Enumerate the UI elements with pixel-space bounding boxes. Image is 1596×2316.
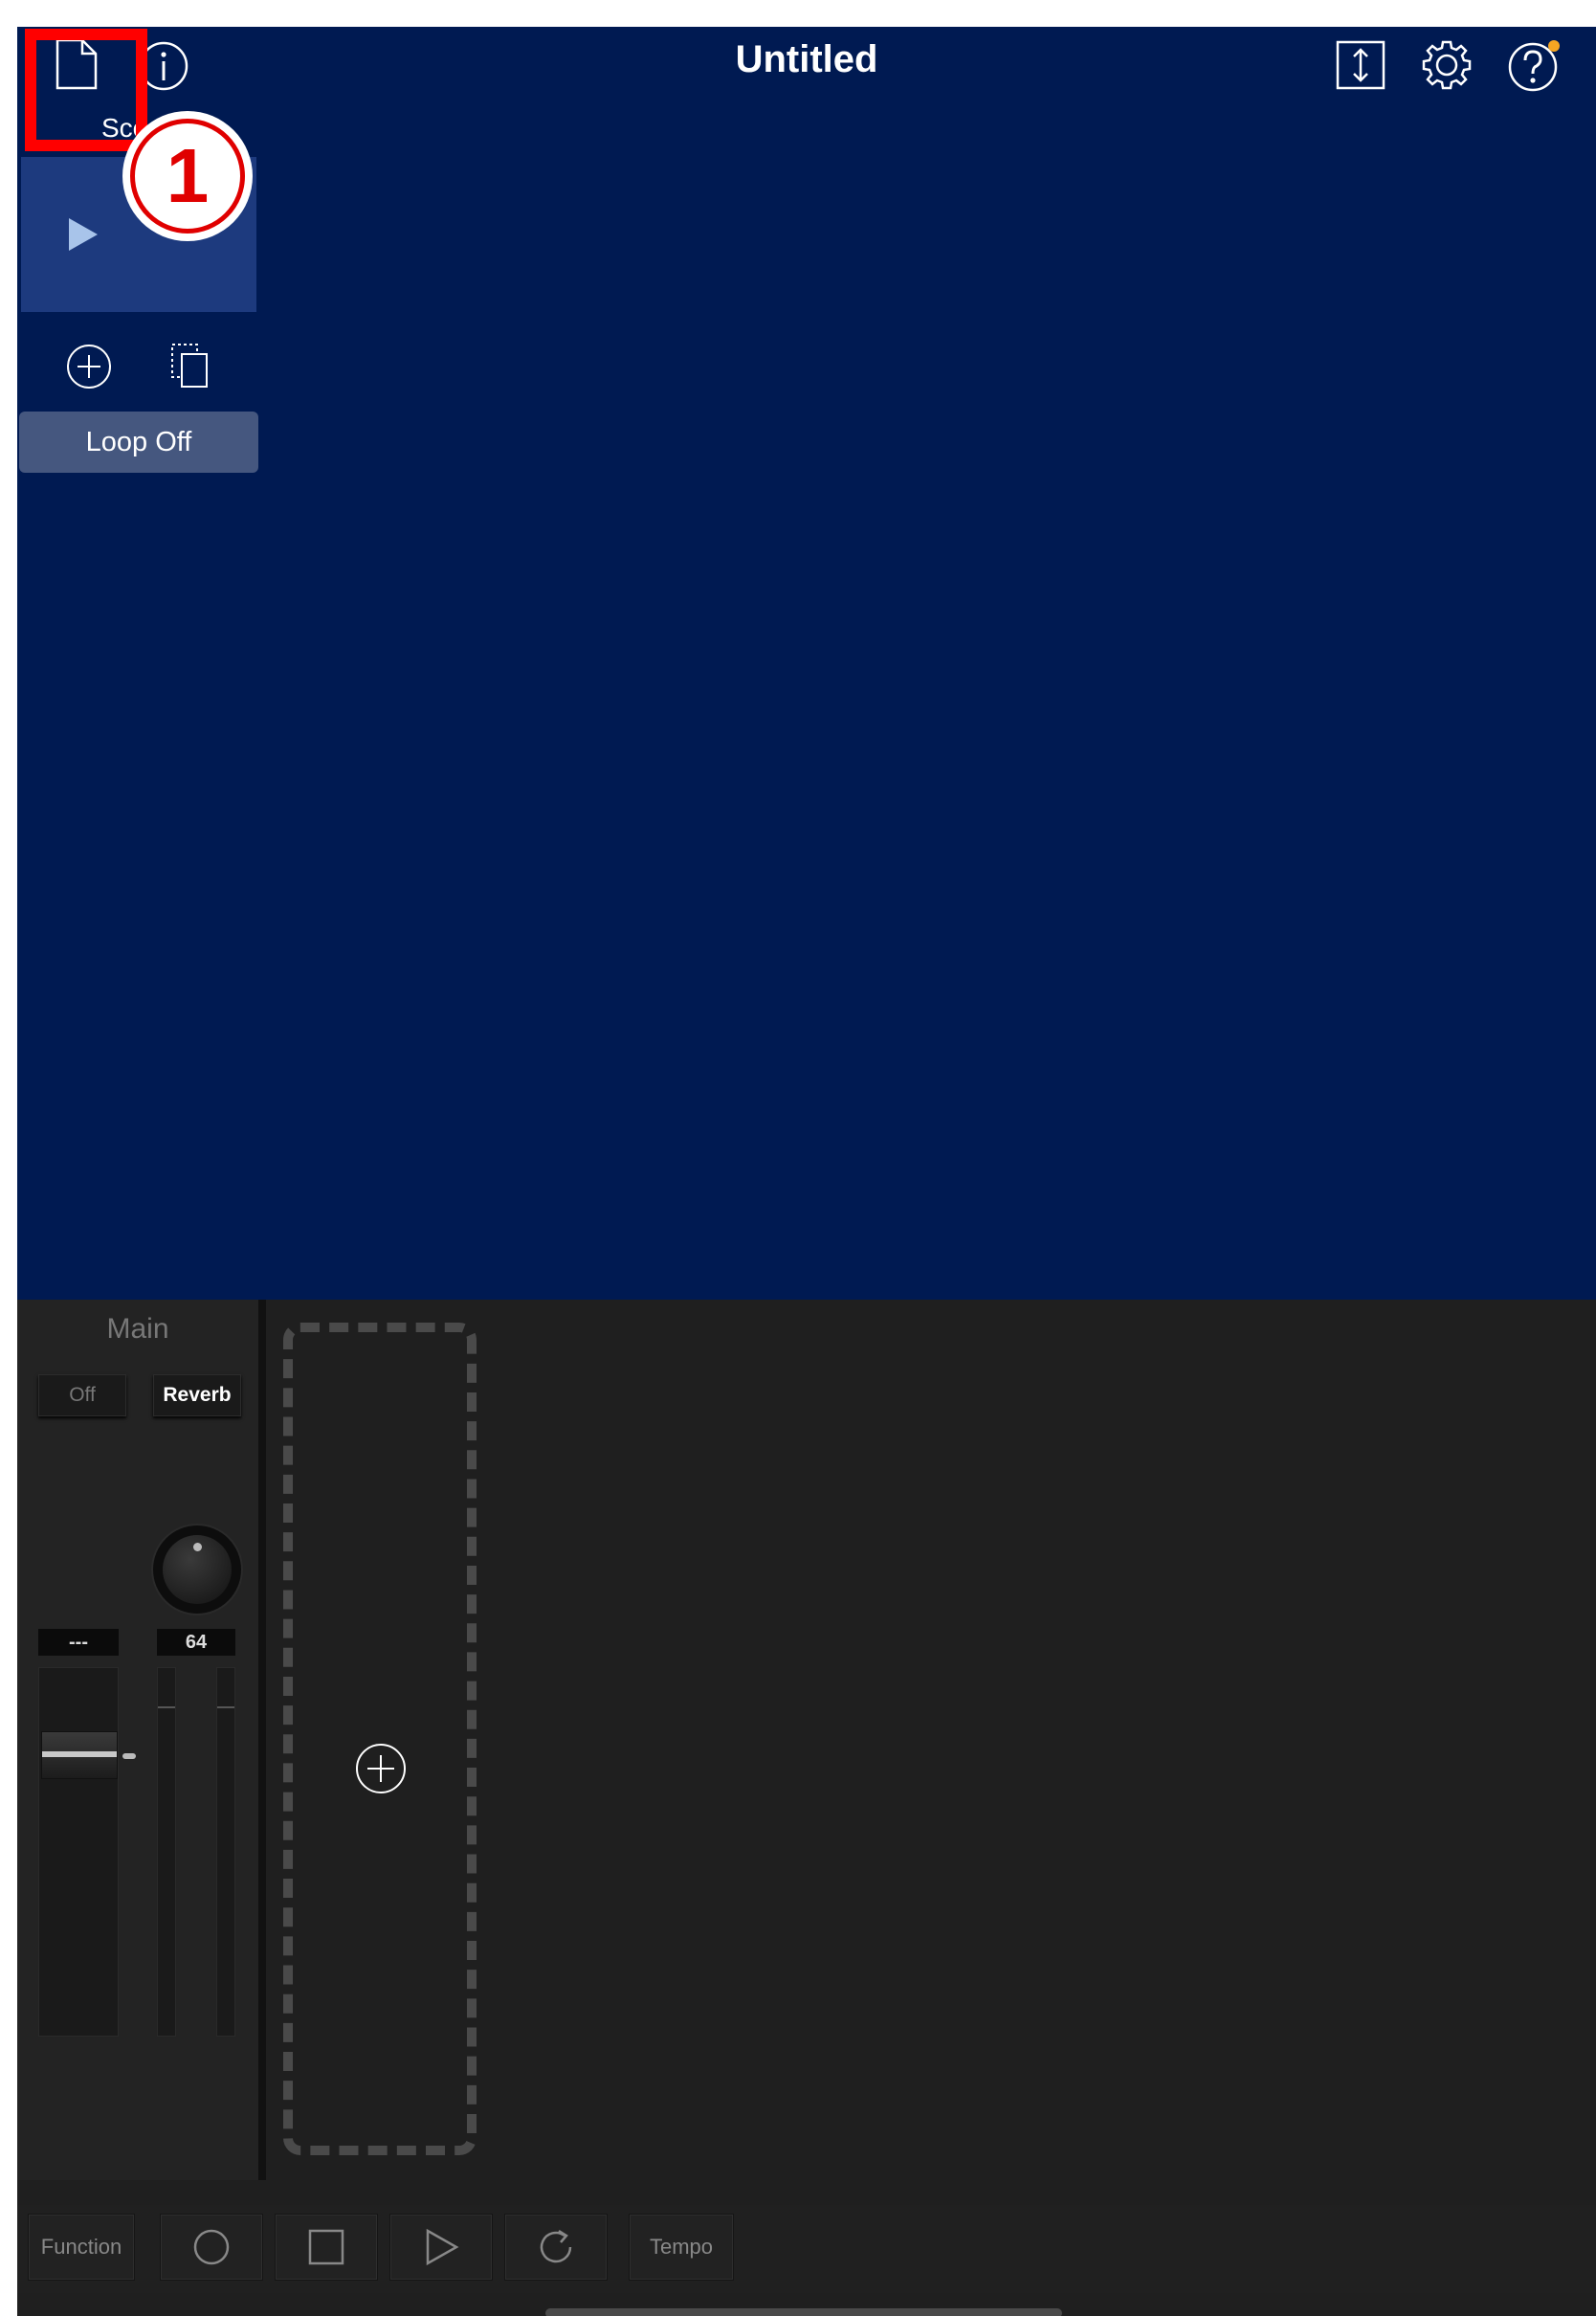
reverb-knob[interactable] (153, 1525, 241, 1614)
scene-area: Untitled Sce Loop Off (17, 27, 1596, 1300)
cycle-button[interactable] (505, 2215, 607, 2280)
play-transport-icon (426, 2228, 459, 2266)
settings-icon[interactable] (1420, 38, 1474, 92)
app-window: Untitled Sce Loop Off Main Off Reverb --… (17, 27, 1596, 2316)
cycle-icon (540, 2229, 572, 2263)
stop-icon (308, 2229, 344, 2265)
notification-dot (1548, 40, 1560, 52)
main-channel-strip: Main Off Reverb --- 64 (17, 1300, 258, 2180)
help-icon[interactable] (1506, 38, 1560, 92)
volume-fader-handle[interactable] (41, 1731, 118, 1779)
resize-icon[interactable] (1336, 40, 1385, 90)
volume-fader-track[interactable] (38, 1667, 119, 2037)
step-badge: 1 (122, 111, 253, 241)
level-meter-left (157, 1667, 176, 2037)
add-channel-icon[interactable] (354, 1742, 408, 1795)
highlight-box (25, 29, 147, 151)
loop-button[interactable]: Loop Off (19, 412, 258, 473)
play-button[interactable] (390, 2215, 492, 2280)
transport-bar: Function Tempo (17, 2205, 1596, 2293)
fader-marker (122, 1753, 136, 1759)
strip-divider (258, 1300, 266, 2180)
add-scene-icon[interactable] (65, 343, 113, 390)
step-number: 1 (130, 119, 245, 234)
play-icon[interactable] (69, 218, 98, 251)
add-channel-zone[interactable] (283, 1323, 477, 2155)
off-button[interactable]: Off (38, 1374, 126, 1416)
level-meter-right (216, 1667, 235, 2037)
record-button[interactable] (161, 2215, 262, 2280)
stop-button[interactable] (276, 2215, 377, 2280)
reverb-value: 64 (157, 1629, 235, 1656)
volume-value: --- (38, 1629, 119, 1656)
home-indicator (545, 2308, 1062, 2316)
reverb-button[interactable]: Reverb (153, 1374, 241, 1416)
function-button[interactable]: Function (29, 2215, 134, 2280)
duplicate-scene-icon[interactable] (168, 343, 211, 389)
record-icon (193, 2229, 230, 2265)
mixer-area: Main Off Reverb --- 64 Function Tempo (17, 1300, 1596, 2316)
tempo-button[interactable]: Tempo (630, 2215, 733, 2280)
channel-name: Main (106, 1313, 169, 1345)
